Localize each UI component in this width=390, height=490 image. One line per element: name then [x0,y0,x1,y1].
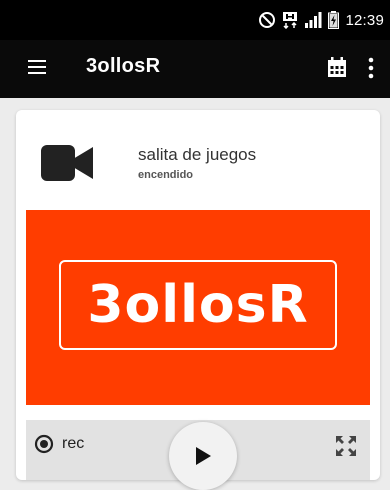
camera-controls: rec [26,420,370,490]
app-title: 3ollosR [86,55,161,77]
preview-logo: 3ollosR [87,275,309,335]
signal-icon [305,12,322,28]
status-bar: 12:39 [0,0,390,40]
camera-card: salita de juegos encendido 3ollosR rec [16,110,380,490]
camera-status: encendido [138,169,194,181]
camera-name: salita de juegos [138,145,257,164]
app-bar: 3ollosR [0,40,390,98]
status-icons: 12:39 [258,10,384,30]
camera-preview[interactable]: 3ollosR [26,210,370,405]
battery-charging-icon [328,11,340,29]
video-camera-icon [41,145,93,181]
record-button[interactable]: rec [34,434,84,454]
data-transfer-icon [283,12,298,29]
fullscreen-icon[interactable] [336,436,356,456]
record-icon [34,434,54,454]
menu-icon[interactable] [28,60,46,74]
do-not-disturb-icon [259,12,276,28]
calendar-icon[interactable] [328,57,346,77]
preview-logo-frame: 3ollosR [59,260,337,350]
play-button[interactable] [169,422,237,490]
record-label: rec [62,435,85,452]
play-icon [196,447,211,465]
clock: 12:39 [345,11,384,29]
more-vert-icon[interactable] [368,57,374,79]
